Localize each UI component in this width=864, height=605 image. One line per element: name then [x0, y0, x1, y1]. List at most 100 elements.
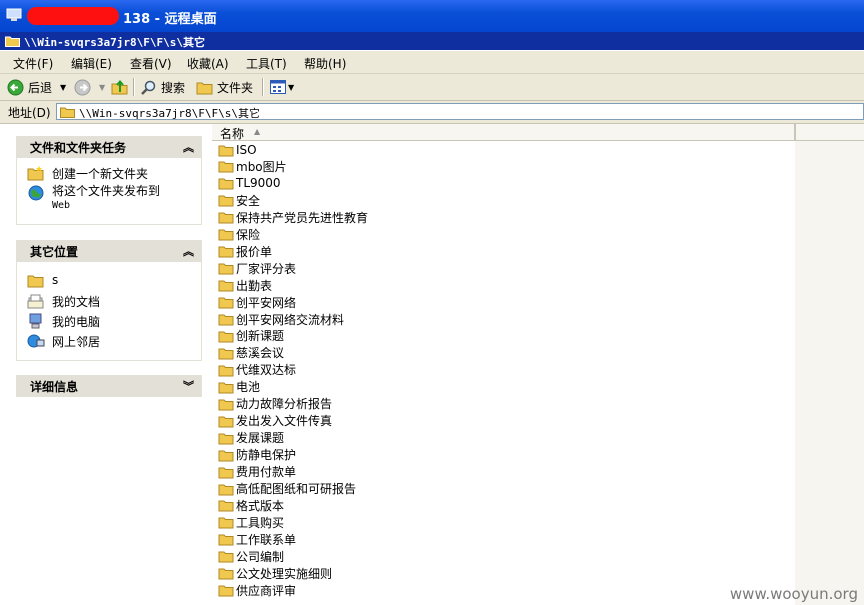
place-my-documents[interactable]: 我的文档 — [27, 293, 100, 310]
folder-icon — [218, 297, 234, 309]
folders-button[interactable]: 文件夹 — [196, 78, 253, 96]
task-publish-web[interactable]: 将这个文件夹发布到 Web — [27, 185, 160, 212]
folder-row[interactable]: 发出发入文件传真 — [218, 412, 332, 429]
folder-icon — [218, 484, 234, 495]
folder-row[interactable]: 供应商评审 — [218, 582, 296, 599]
details-header[interactable]: 详细信息 ︾ — [16, 375, 202, 397]
folder-row[interactable]: 创平安网络 — [218, 294, 296, 311]
folder-row[interactable]: 公文处理实施细则 — [218, 565, 332, 582]
collapse-icon[interactable]: ︽ — [183, 243, 194, 259]
folder-row[interactable]: 高低配图纸和可研报告 — [218, 480, 356, 497]
folder-icon — [218, 500, 234, 512]
folder-icon — [218, 246, 234, 258]
menu-favorites[interactable]: 收藏(A) — [187, 55, 229, 72]
folder-icon — [218, 314, 234, 326]
watermark: www.wooyun.org — [729, 585, 858, 603]
address-input[interactable]: \\Win-svqrs3a7jr8\F\F\s\其它 — [56, 103, 864, 120]
views-button[interactable]: ▼ — [270, 78, 294, 96]
forward-button[interactable]: ▼ — [74, 78, 105, 96]
other-places-panel: 其它位置 ︽ s 我的文档 我的电脑 网上邻居 — [16, 240, 202, 361]
folder-icon — [218, 229, 234, 241]
folder-row[interactable]: 出勤表 — [218, 277, 272, 294]
address-label: 地址(D) — [8, 106, 51, 120]
folder-icon — [218, 195, 234, 207]
menu-help[interactable]: 帮助(H) — [304, 55, 346, 72]
file-list[interactable]: 名称 ▲ ISO mbo图片 TL9000 安全 保持共产党员先进性教育 保险 报价单 厂家评… — [212, 124, 864, 605]
folder-row[interactable]: 保险 — [218, 226, 260, 243]
folder-name: 厂家评分表 — [236, 261, 297, 276]
folder-row[interactable]: mbo图片 — [218, 158, 287, 175]
folder-icon — [218, 534, 234, 546]
folder-row[interactable]: 代维双达标 — [218, 361, 296, 378]
search-label: 搜索 — [161, 80, 186, 95]
back-arrow-icon — [7, 79, 24, 95]
place-s[interactable]: s — [27, 273, 58, 289]
folder-name: 安全 — [236, 193, 261, 208]
menu-edit[interactable]: 编辑(E) — [71, 55, 112, 72]
folder-row[interactable]: 保持共产党员先进性教育 — [218, 209, 368, 226]
task-new-folder[interactable]: 创建一个新文件夹 — [27, 165, 148, 182]
other-places-header[interactable]: 其它位置 ︽ — [16, 240, 202, 262]
folder-icon — [218, 467, 234, 479]
folder-row[interactable]: 厂家评分表 — [218, 260, 296, 277]
folder-icon — [218, 331, 234, 343]
search-button[interactable]: 搜索 — [140, 78, 185, 96]
details-panel: 详细信息 ︾ — [16, 375, 202, 397]
my-documents-icon — [27, 294, 44, 309]
task-publish-web-label-2: Web — [52, 200, 71, 211]
file-tasks-header[interactable]: 文件和文件夹任务 ︽ — [16, 136, 202, 158]
folder-icon — [218, 551, 234, 563]
folder-row[interactable]: 创平安网络交流材料 — [218, 311, 344, 328]
explorer-titlebar[interactable]: \\Win-svqrs3a7jr8\F\F\s\其它 — [0, 32, 864, 50]
back-dropdown-icon[interactable]: ▼ — [60, 83, 66, 92]
folder-row[interactable]: 创新课题 — [218, 327, 284, 344]
place-my-documents-label: 我的文档 — [52, 295, 101, 309]
folder-row[interactable]: 工具购买 — [218, 514, 284, 531]
menu-file[interactable]: 文件(F) — [13, 55, 53, 72]
forward-dropdown-icon[interactable]: ▼ — [99, 83, 105, 92]
folder-row[interactable]: 电池 — [218, 378, 260, 395]
folder-row[interactable]: 费用付款单 — [218, 463, 296, 480]
file-tasks-panel: 文件和文件夹任务 ︽ 创建一个新文件夹 将这个文件夹发布到 Web — [16, 136, 202, 225]
folder-rows: ISO mbo图片 TL9000 安全 保持共产党员先进性教育 保险 报价单 厂家评分表 出勤表… — [212, 141, 795, 605]
folder-icon — [218, 263, 234, 275]
place-my-computer[interactable]: 我的电脑 — [27, 313, 100, 330]
folder-row[interactable]: 慈溪会议 — [218, 344, 284, 361]
views-dropdown-icon[interactable]: ▼ — [288, 83, 294, 92]
back-label: 后退 — [28, 80, 53, 95]
menu-view[interactable]: 查看(V) — [130, 55, 172, 72]
column-name-header[interactable]: 名称 — [220, 125, 244, 142]
folder-icon — [218, 416, 234, 428]
folder-name: 费用付款单 — [236, 465, 297, 480]
folder-row[interactable]: 公司编制 — [218, 548, 284, 565]
folder-row[interactable]: 报价单 — [218, 243, 272, 260]
folder-row[interactable]: 工作联系单 — [218, 531, 296, 548]
folder-row[interactable]: ISO — [218, 141, 257, 158]
place-my-computer-label: 我的电脑 — [52, 315, 101, 329]
folder-icon — [218, 433, 234, 445]
back-button[interactable]: 后退 ▼ — [7, 78, 66, 96]
folder-row[interactable]: 发展课题 — [218, 429, 284, 446]
menu-tools[interactable]: 工具(T) — [246, 55, 287, 72]
folder-name: 代维双达标 — [236, 363, 297, 378]
collapse-icon[interactable]: ︽ — [183, 139, 194, 155]
folder-row[interactable]: 防静电保护 — [218, 446, 296, 463]
folder-row[interactable]: TL9000 — [218, 175, 281, 192]
task-new-folder-label: 创建一个新文件夹 — [52, 167, 149, 181]
place-network[interactable]: 网上邻居 — [27, 333, 100, 350]
up-folder-icon — [111, 79, 128, 94]
folder-icon — [218, 450, 234, 462]
folder-icon — [218, 212, 234, 224]
folder-row[interactable]: 动力故障分析报告 — [218, 395, 332, 412]
remote-desktop-icon[interactable] — [6, 8, 22, 22]
folder-name: 创新课题 — [236, 329, 285, 344]
other-places-title: 其它位置 — [30, 245, 79, 259]
folder-name: 公文处理实施细则 — [236, 566, 333, 581]
folder-row[interactable]: 格式版本 — [218, 497, 284, 514]
folder-row[interactable]: 安全 — [218, 192, 260, 209]
up-folder-button[interactable] — [111, 78, 129, 96]
expand-icon[interactable]: ︾ — [183, 378, 194, 394]
folder-name: 动力故障分析报告 — [236, 397, 333, 412]
address-value: \\Win-svqrs3a7jr8\F\F\s\其它 — [79, 107, 260, 120]
window-titlebar[interactable]: 138 - 远程桌面 — [0, 0, 864, 32]
